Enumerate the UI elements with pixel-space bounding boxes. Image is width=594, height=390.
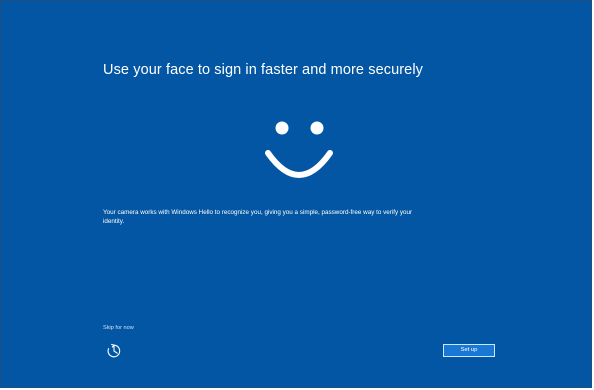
set-up-button[interactable]: Set up bbox=[443, 344, 495, 357]
description-text: Your camera works with Windows Hello to … bbox=[103, 209, 413, 225]
page-title: Use your face to sign in faster and more… bbox=[103, 62, 424, 78]
windows-hello-setup-screen: Use your face to sign in faster and more… bbox=[0, 0, 592, 388]
smiley-face-icon bbox=[263, 119, 335, 181]
ease-of-access-icon[interactable] bbox=[106, 343, 122, 359]
skip-for-now-link[interactable]: Skip for now bbox=[103, 325, 134, 331]
